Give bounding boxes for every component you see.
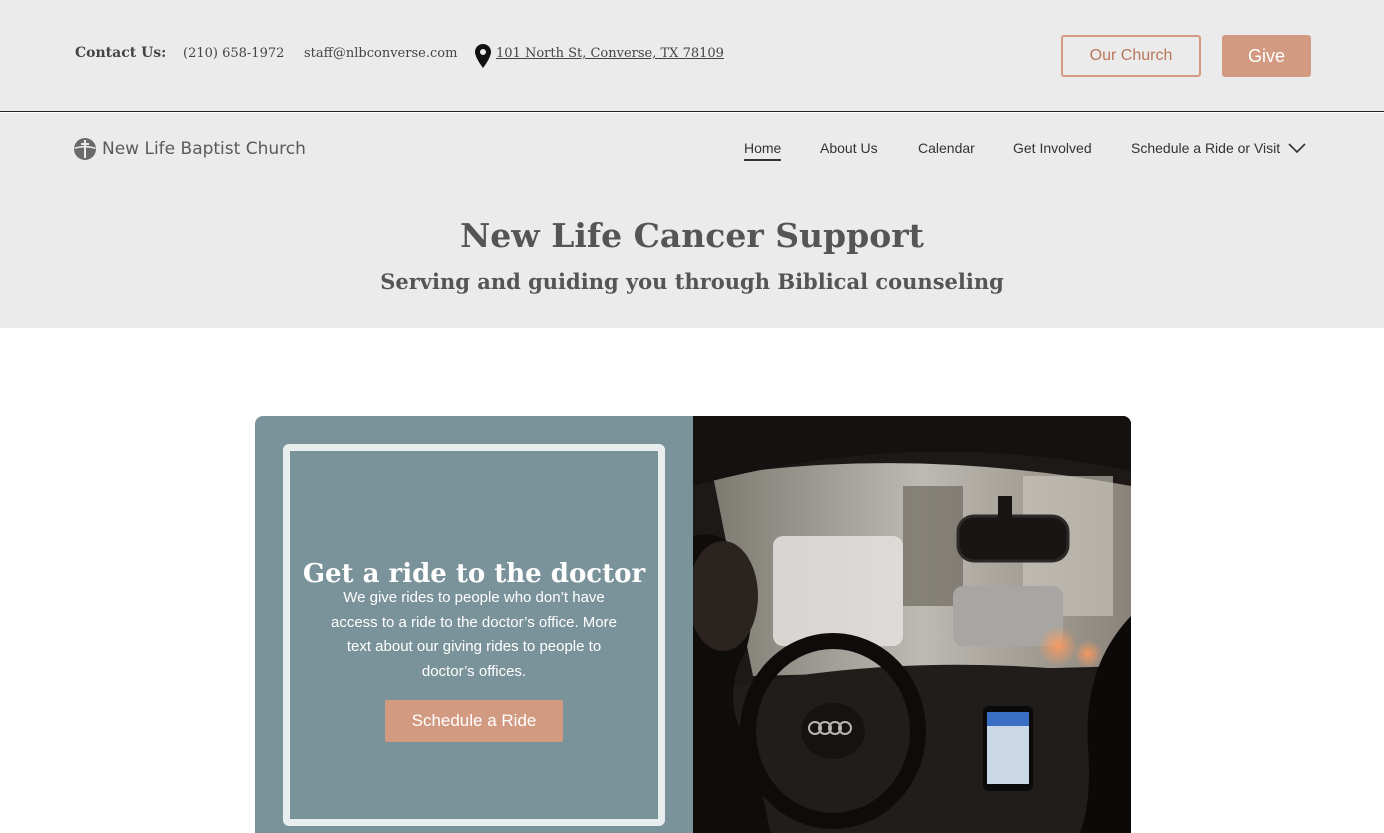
page-subtitle: Serving and guiding you through Biblical… bbox=[380, 269, 1004, 294]
contact-email[interactable]: staff@nlbconverse.com bbox=[304, 46, 457, 61]
nav-about-us[interactable]: About Us bbox=[820, 140, 878, 156]
contact-phone[interactable]: (210) 658-1972 bbox=[183, 46, 284, 61]
nav-schedule-dropdown[interactable]: Schedule a Ride or Visit bbox=[1131, 140, 1306, 156]
location-pin-icon bbox=[475, 44, 491, 68]
car-interior-image bbox=[693, 416, 1131, 833]
contact-bar: Contact Us: (210) 658-1972 staff@nlbconv… bbox=[0, 0, 1384, 112]
nav-get-involved[interactable]: Get Involved bbox=[1013, 140, 1092, 156]
card-title: Get a ride to the doctor bbox=[302, 559, 646, 589]
ride-card-content: Get a ride to the doctor We give rides t… bbox=[255, 416, 693, 833]
nav-home[interactable]: Home bbox=[744, 140, 782, 161]
chevron-down-icon bbox=[1288, 143, 1306, 153]
site-name: New Life Baptist Church bbox=[102, 139, 306, 159]
site-logo[interactable]: New Life Baptist Church bbox=[73, 137, 306, 161]
our-church-button[interactable]: Our Church bbox=[1061, 35, 1201, 77]
nav-schedule-label: Schedule a Ride or Visit bbox=[1131, 140, 1281, 156]
ride-card: Get a ride to the doctor We give rides t… bbox=[255, 416, 1131, 833]
page-title: New Life Cancer Support bbox=[460, 216, 924, 255]
car-interior-photo bbox=[693, 416, 1131, 833]
give-button[interactable]: Give bbox=[1222, 35, 1311, 77]
card-frame: Get a ride to the doctor We give rides t… bbox=[283, 444, 665, 826]
contact-label: Contact Us: bbox=[75, 45, 167, 61]
card-description: We give rides to people who don’t have a… bbox=[331, 589, 617, 680]
contact-address-link[interactable]: 101 North St, Converse, TX 78109 bbox=[496, 46, 724, 61]
nav-calendar[interactable]: Calendar bbox=[918, 140, 975, 156]
church-logo-icon bbox=[74, 138, 96, 160]
schedule-ride-button[interactable]: Schedule a Ride bbox=[385, 700, 563, 742]
header-band: New Life Baptist Church Home About Us Ca… bbox=[0, 113, 1384, 328]
